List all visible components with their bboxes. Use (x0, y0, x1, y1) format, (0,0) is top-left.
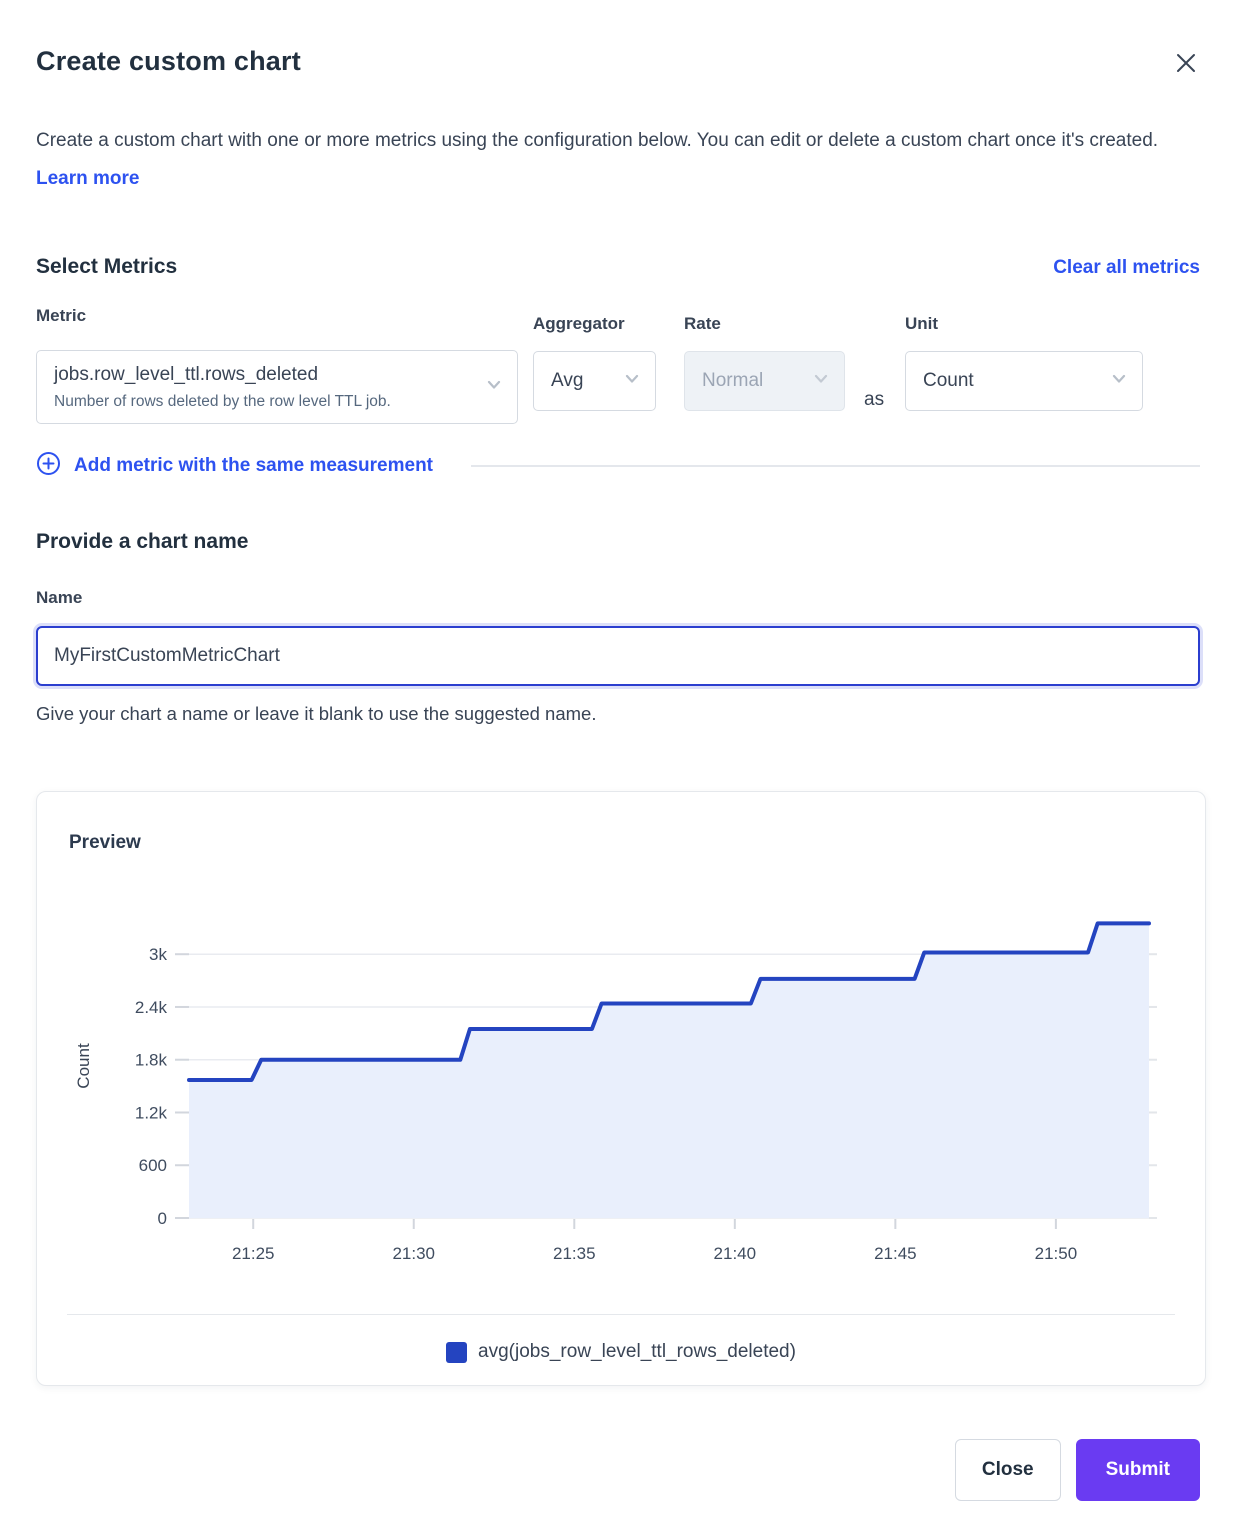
svg-text:21:50: 21:50 (1035, 1244, 1078, 1263)
legend-divider (67, 1314, 1175, 1315)
add-metric-button[interactable]: Add metric with the same measurement (36, 451, 433, 482)
legend-swatch (446, 1342, 467, 1363)
aggregator-select-value: Avg (551, 370, 615, 392)
rate-select-disabled: Normal (684, 351, 845, 411)
chevron-down-icon (810, 368, 832, 395)
chart-name-input[interactable] (36, 626, 1200, 686)
metric-config-row: Metric jobs.row_level_ttl.rows_deleted N… (36, 306, 1200, 424)
rate-column: Rate Normal (670, 314, 845, 411)
unit-column: Unit Count (905, 314, 1143, 411)
unit-select-value: Count (923, 370, 1102, 392)
svg-text:21:35: 21:35 (553, 1244, 596, 1263)
preview-heading: Preview (69, 832, 1205, 854)
svg-text:3k: 3k (149, 945, 167, 964)
svg-text:600: 600 (139, 1156, 167, 1175)
select-metrics-header: Select Metrics Clear all metrics (36, 255, 1200, 279)
unit-select[interactable]: Count (905, 351, 1143, 411)
preview-card: Preview 0 600 1.2k 1.8k 2.4k 3k 21:25 21:30 21:3… (36, 791, 1206, 1386)
name-helper-text: Give your chart a name or leave it blank… (36, 703, 1200, 725)
metric-select-value: jobs.row_level_ttl.rows_deleted (54, 364, 477, 386)
aggregator-select[interactable]: Avg (533, 351, 656, 411)
preview-chart-svg: 0 600 1.2k 1.8k 2.4k 3k 21:25 21:30 21:35 21:40 21… (37, 870, 1207, 1270)
chevron-down-icon (621, 368, 643, 395)
aggregator-label: Aggregator (533, 314, 656, 334)
modal-header: Create custom chart (36, 46, 1200, 78)
rate-label: Rate (684, 314, 845, 334)
name-label: Name (36, 588, 1200, 608)
close-footer-button[interactable]: Close (955, 1439, 1061, 1501)
rate-select-value: Normal (702, 370, 804, 392)
metric-select-description: Number of rows deleted by the row level … (54, 393, 477, 411)
unit-label: Unit (905, 314, 1143, 334)
svg-text:1.2k: 1.2k (135, 1103, 168, 1122)
close-button[interactable] (1174, 51, 1198, 75)
modal-footer: Close Submit (36, 1439, 1200, 1501)
chevron-down-icon (483, 374, 505, 401)
aggregator-column: Aggregator Avg (533, 314, 656, 411)
add-metric-row: Add metric with the same measurement (36, 454, 1200, 478)
svg-text:2.4k: 2.4k (135, 998, 168, 1017)
modal-description: Create a custom chart with one or more m… (36, 122, 1184, 198)
create-custom-chart-modal: Create custom chart Create a custom char… (0, 0, 1236, 1538)
select-metrics-heading: Select Metrics (36, 255, 177, 279)
description-text: Create a custom chart with one or more m… (36, 130, 1158, 151)
svg-text:21:45: 21:45 (874, 1244, 917, 1263)
clear-all-metrics-link[interactable]: Clear all metrics (1053, 257, 1200, 279)
as-label: as (864, 389, 886, 411)
metric-label: Metric (36, 306, 518, 326)
svg-text:21:40: 21:40 (714, 1244, 757, 1263)
svg-text:21:30: 21:30 (392, 1244, 435, 1263)
learn-more-link[interactable]: Learn more (36, 168, 139, 189)
metric-divider (471, 465, 1200, 467)
svg-text:Count: Count (74, 1043, 93, 1089)
legend-label: avg(jobs_row_level_ttl_rows_deleted) (478, 1341, 796, 1363)
submit-button[interactable]: Submit (1076, 1439, 1200, 1501)
svg-text:21:25: 21:25 (232, 1244, 275, 1263)
svg-text:0: 0 (158, 1209, 167, 1228)
chevron-down-icon (1108, 368, 1130, 395)
page-title: Create custom chart (36, 46, 1200, 77)
chart-name-heading: Provide a chart name (36, 530, 1200, 554)
metric-column: Metric jobs.row_level_ttl.rows_deleted N… (36, 306, 518, 424)
chart-legend: avg(jobs_row_level_ttl_rows_deleted) (37, 1341, 1205, 1363)
svg-text:1.8k: 1.8k (135, 1051, 168, 1070)
metric-select[interactable]: jobs.row_level_ttl.rows_deleted Number o… (36, 350, 518, 424)
plus-circle-icon (36, 451, 61, 482)
close-icon (1174, 63, 1198, 78)
add-metric-label: Add metric with the same measurement (74, 455, 433, 477)
